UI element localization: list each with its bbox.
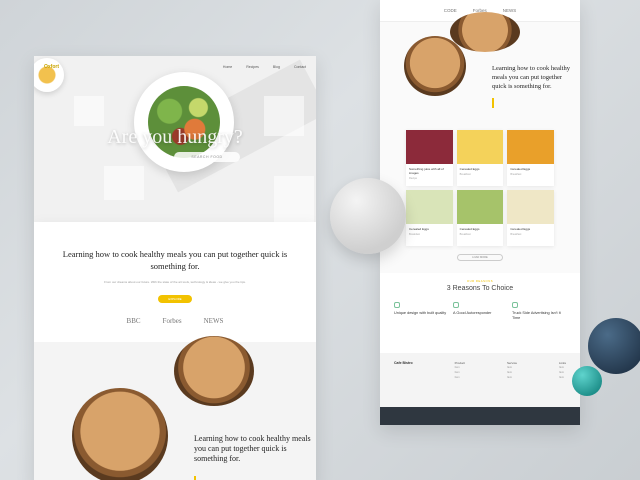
recipe-image bbox=[456, 190, 504, 224]
press-logo-news: NEWS bbox=[502, 8, 517, 13]
decorative-sphere bbox=[330, 178, 406, 254]
reasons-heading: 3 Reasons To Choice bbox=[446, 285, 514, 292]
decorative-sphere bbox=[588, 318, 640, 374]
intro-body: From our dreams about our future. With t… bbox=[104, 280, 246, 284]
load-more-button[interactable]: LOAD MORE bbox=[457, 254, 503, 261]
recipe-image bbox=[507, 130, 554, 164]
overlay-tile bbox=[74, 96, 104, 126]
recipe-meta: Breakfast bbox=[459, 233, 471, 236]
coconut-image bbox=[174, 336, 254, 406]
recipe-image bbox=[406, 130, 453, 164]
reason-title: Unique design with built quality bbox=[394, 311, 447, 315]
explore-button[interactable]: EXPLORE bbox=[158, 295, 192, 303]
recipe-meta: Breakfast bbox=[510, 233, 522, 236]
nav-menu: Home Recipes Blog Contact bbox=[223, 65, 306, 69]
recipe-image bbox=[406, 190, 453, 224]
hero-section: Oxfort Home Recipes Blog Contact Are you… bbox=[34, 56, 316, 226]
nav-item-blog[interactable]: Blog bbox=[273, 65, 280, 69]
truck-icon bbox=[512, 302, 518, 308]
recipe-meta: Breakfast bbox=[510, 173, 522, 176]
footer-link[interactable]: Item bbox=[455, 375, 465, 380]
recipe-meta: Recipe bbox=[409, 177, 418, 180]
recipe-title: Something juice with all of images bbox=[409, 167, 444, 175]
footer-column: Service Item Item Item bbox=[507, 361, 517, 399]
footer-bottom-bar bbox=[380, 407, 580, 425]
reason-item: Unique design with built quality bbox=[394, 302, 448, 321]
recipe-title: Cerealed Eggs bbox=[459, 167, 480, 171]
footer-brand[interactable]: Cafe Bistro bbox=[394, 361, 413, 399]
intro-heading: Learning how to cook healthy meals you c… bbox=[62, 249, 288, 271]
recipe-title: Cerealed Eggs bbox=[510, 167, 531, 171]
recipe-title: Cerealed Eggs bbox=[409, 227, 429, 231]
press-logo-bbc: BBC bbox=[126, 317, 141, 325]
recipe-title: Cerealed Eggs bbox=[459, 227, 480, 231]
hero-title: Are you hungry? bbox=[107, 126, 243, 148]
overlay-tile bbox=[104, 166, 144, 200]
coconut-image bbox=[404, 36, 466, 96]
quality-icon bbox=[394, 302, 400, 308]
nav-item-home[interactable]: Home bbox=[223, 65, 232, 69]
landing-page-mockup: Oxfort Home Recipes Blog Contact Are you… bbox=[34, 56, 316, 480]
recipe-card[interactable]: Something juice with all of images Recip… bbox=[406, 130, 453, 186]
top-nav: Oxfort Home Recipes Blog Contact bbox=[44, 64, 306, 70]
site-logo[interactable]: Oxfort bbox=[44, 64, 59, 70]
nav-item-recipes[interactable]: Recipes bbox=[246, 65, 259, 69]
autoresponder-icon bbox=[453, 302, 459, 308]
reason-title: Truck Side Advertising Isn't It Time bbox=[512, 311, 561, 320]
recipe-card[interactable]: Cerealed Eggs Breakfast bbox=[456, 130, 504, 186]
overlay-tile bbox=[274, 176, 314, 226]
search-food-button[interactable]: SEARCH FOOD bbox=[174, 152, 240, 162]
nav-item-contact[interactable]: Contact bbox=[294, 65, 306, 69]
reason-title: A Good Autoresponder bbox=[453, 311, 492, 315]
press-logos: BBC Forbes NEWS bbox=[60, 317, 290, 325]
accent-bar bbox=[194, 476, 196, 480]
lower-heading: Learning how to cook healthy meals you c… bbox=[194, 434, 311, 463]
recipe-title: Cerealed Eggs bbox=[510, 227, 531, 231]
footer-link[interactable]: Item bbox=[507, 375, 517, 380]
decorative-sphere bbox=[572, 366, 602, 396]
recipe-card[interactable]: Cerealed Eggs Breakfast bbox=[507, 190, 554, 246]
coconut-image bbox=[72, 388, 168, 480]
recipe-image bbox=[456, 130, 504, 164]
recipe-image bbox=[507, 190, 554, 224]
recipes-page-mockup: CODE Forbes NEWS Learning how to cook he… bbox=[380, 0, 580, 425]
recipe-card[interactable]: Cerealed Eggs Breakfast bbox=[406, 190, 453, 246]
recipe-meta: Breakfast bbox=[459, 173, 471, 176]
coconut-image bbox=[450, 12, 520, 52]
footer-link[interactable]: Item bbox=[559, 375, 566, 380]
accent-bar bbox=[492, 98, 494, 108]
recipe-card[interactable]: Cerealed Eggs Breakfast bbox=[456, 190, 504, 246]
intro-section: Learning how to cook healthy meals you c… bbox=[380, 12, 580, 130]
press-logo-forbes: Forbes bbox=[162, 317, 182, 325]
reasons-eyebrow: OUR REASONS bbox=[466, 279, 494, 283]
reasons-row: Unique design with built quality A Good … bbox=[394, 302, 566, 321]
intro-heading: Learning how to cook healthy meals you c… bbox=[492, 65, 570, 90]
coconut-section: Learning how to cook healthy meals you c… bbox=[34, 336, 316, 480]
recipe-meta: Breakfast bbox=[409, 233, 420, 236]
recipe-card[interactable]: Cerealed Eggs Breakfast bbox=[507, 130, 554, 186]
press-logo-code: CODE bbox=[443, 8, 457, 13]
footer-column: Product Item Item Item bbox=[455, 361, 465, 399]
site-footer: Cafe Bistro Product Item Item Item Servi… bbox=[380, 353, 580, 407]
reason-item: A Good Autoresponder bbox=[453, 302, 507, 321]
reasons-section: OUR REASONS 3 Reasons To Choice Unique d… bbox=[380, 273, 580, 353]
recipe-grid: Something juice with all of images Recip… bbox=[380, 130, 580, 246]
press-logo-news: NEWS bbox=[203, 317, 224, 325]
intro-card: Learning how to cook healthy meals you c… bbox=[34, 222, 316, 342]
reason-item: Truck Side Advertising Isn't It Time bbox=[512, 302, 566, 321]
footer-column: Links Item Item Item bbox=[559, 361, 566, 399]
